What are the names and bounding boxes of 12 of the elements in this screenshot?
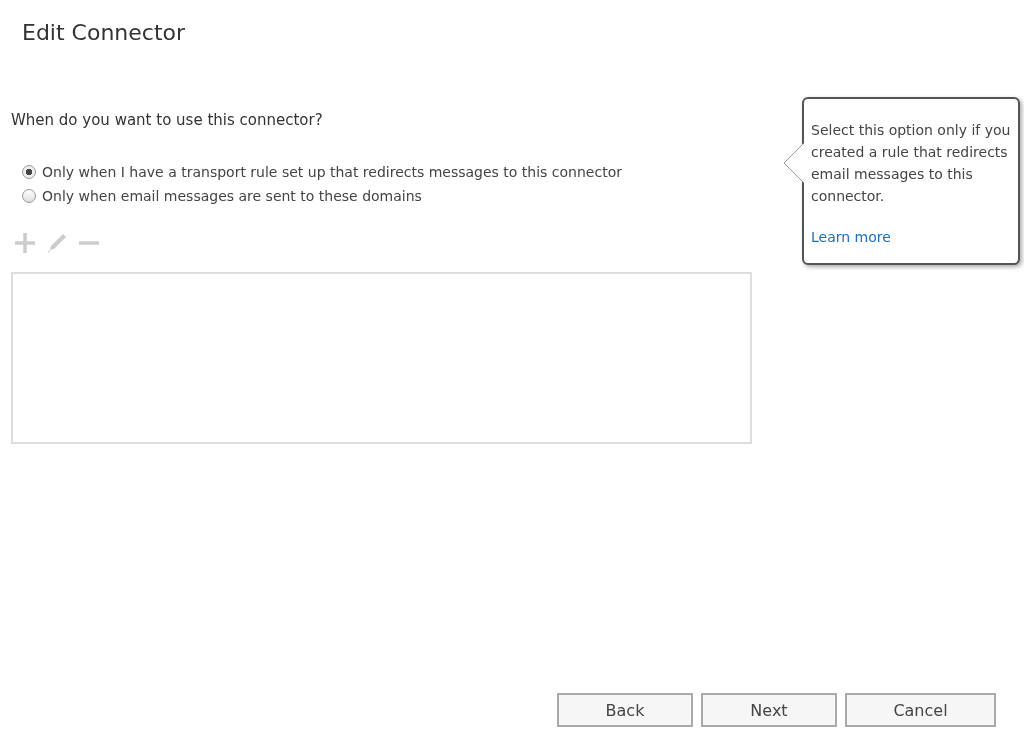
domain-list[interactable] <box>11 272 752 444</box>
learn-more-link[interactable]: Learn more <box>811 229 891 245</box>
dialog-button[interactable]: Back <box>557 693 693 727</box>
dialog-title: Edit Connector <box>22 20 186 45</box>
callout-text: Select this option only if you created a rule that redirects email messages to this connector. <box>811 121 1012 206</box>
question-label: When do you want to use this connector? <box>11 111 323 129</box>
dialog-button[interactable]: Next <box>701 693 837 727</box>
dialog-button[interactable]: Cancel <box>845 693 996 727</box>
radio-icon[interactable] <box>22 189 36 203</box>
radio-option[interactable]: Only when email messages are sent to these domains <box>22 188 622 204</box>
option-label: Only when email messages are sent to these domains <box>42 188 422 204</box>
radio-icon[interactable] <box>22 165 36 179</box>
